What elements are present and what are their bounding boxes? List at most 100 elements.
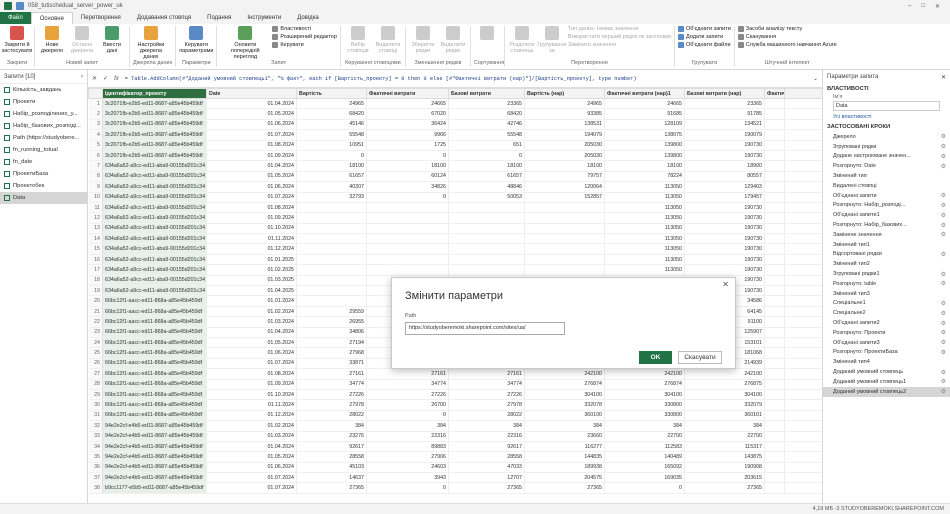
gear-icon[interactable]: ⚙: [941, 369, 946, 376]
table-cell[interactable]: 113050: [604, 212, 685, 224]
applied-step[interactable]: Згруповані рядки1 ⚙: [823, 269, 950, 279]
table-cell[interactable]: 113050: [604, 181, 685, 193]
table-cell[interactable]: 190730: [684, 264, 765, 276]
table-cell[interactable]: 384: [448, 420, 525, 432]
table-cell[interactable]: [764, 399, 785, 411]
table-cell[interactable]: 384: [684, 420, 765, 432]
table-cell[interactable]: 651: [448, 140, 525, 151]
gear-icon[interactable]: ⚙: [941, 153, 946, 160]
table-cell[interactable]: 34774: [296, 379, 367, 390]
table-cell[interactable]: [764, 358, 785, 370]
table-cell[interactable]: [448, 233, 525, 245]
table-cell[interactable]: 91685: [604, 108, 685, 120]
table-cell[interactable]: 27906: [366, 451, 449, 463]
table-cell[interactable]: [296, 212, 367, 224]
data-type-select[interactable]: Тип даних: Немає значення: [568, 26, 671, 32]
tab-5[interactable]: Інструменти: [239, 12, 289, 24]
table-cell[interactable]: 28558: [448, 451, 525, 463]
gear-icon[interactable]: ⚙: [941, 300, 946, 307]
table-cell[interactable]: 67020: [366, 108, 449, 120]
table-cell[interactable]: [448, 202, 525, 214]
table-cell[interactable]: [366, 223, 449, 235]
table-cell[interactable]: 330800: [604, 410, 685, 422]
applied-step[interactable]: Спеціальне2 ⚙: [823, 308, 950, 318]
table-cell[interactable]: [764, 275, 785, 287]
table-cell[interactable]: 634a6a52-a9cc-ed11-aba9-00155d201c34: [102, 181, 207, 193]
table-cell[interactable]: 34774: [448, 379, 525, 390]
save-icon[interactable]: [16, 2, 24, 10]
table-row[interactable]: 32 94e2e2cf-e4b5-ed11-8687-a85e45b459df 01…: [88, 420, 822, 432]
table-cell[interactable]: 34826: [366, 181, 449, 193]
table-cell[interactable]: [764, 327, 785, 339]
table-cell[interactable]: 242100: [604, 368, 685, 380]
applied-step[interactable]: Об'єднані запити1 ⚙: [823, 210, 950, 220]
table-cell[interactable]: 304100: [604, 389, 685, 401]
table-cell[interactable]: 22700: [604, 431, 685, 442]
applied-step[interactable]: Спеціальне1 ⚙: [823, 299, 950, 309]
table-cell[interactable]: 304100: [684, 389, 765, 401]
table-cell[interactable]: [764, 264, 785, 276]
table-cell[interactable]: 01.01.2024: [206, 295, 297, 307]
first-row-headers-button[interactable]: Використати перший рядок як заголовки: [568, 34, 671, 40]
table-cell[interactable]: 0: [366, 150, 449, 162]
tab-6[interactable]: Довідка: [289, 12, 327, 24]
settings-close-icon[interactable]: ✕: [941, 74, 946, 81]
table-cell[interactable]: 40307: [296, 181, 367, 193]
table-cell[interactable]: 45146: [296, 119, 367, 131]
query-item[interactable]: ПроектиБаза: [0, 168, 87, 180]
table-cell[interactable]: 68420: [448, 108, 525, 120]
table-cell[interactable]: 27226: [296, 389, 367, 401]
table-row[interactable]: 15 634a6a52-a9cc-ed11-aba9-00155d201c34 01…: [88, 243, 822, 255]
remove-columns-button[interactable]: Видалити стовпці: [374, 26, 402, 60]
table-row[interactable]: 35 94e2e2cf-e4b5-ed11-8687-a85e45b459df 01…: [88, 451, 822, 463]
table-cell[interactable]: 634a6a52-a9cc-ed11-aba9-00155d201c34: [102, 233, 207, 245]
table-cell[interactable]: 01.02.2024: [206, 420, 297, 432]
table-cell[interactable]: 18100: [524, 160, 605, 172]
table-cell[interactable]: 24965: [524, 98, 605, 110]
table-cell[interactable]: 94e2e2cf-e4b5-ed11-8687-a85e45b459df: [102, 472, 207, 484]
table-cell[interactable]: 66bc12f1-aacc-ed11-868a-a85e45b459df: [102, 399, 207, 411]
table-cell[interactable]: 28558: [296, 451, 367, 463]
applied-step[interactable]: Доданий умовний стовпець2 ⚙: [823, 386, 950, 397]
table-cell[interactable]: 01.07.2024: [206, 358, 297, 370]
table-cell[interactable]: 28022: [448, 410, 525, 422]
table-cell[interactable]: 36424: [366, 119, 449, 131]
table-cell[interactable]: [764, 441, 785, 453]
tab-1[interactable]: Основне: [30, 12, 73, 24]
table-cell[interactable]: 01.03.2024: [206, 316, 297, 328]
table-cell[interactable]: [764, 202, 785, 214]
table-cell[interactable]: 34806: [296, 327, 367, 339]
table-cell[interactable]: 89883: [366, 441, 449, 453]
query-item[interactable]: Набір_розподілених_у...: [0, 108, 87, 120]
table-cell[interactable]: 332079: [684, 399, 765, 411]
table-row[interactable]: 31 66bc12f1-aacc-ed11-868a-a85e45b459df 01…: [88, 410, 822, 422]
applied-step[interactable]: Доданий умовний стовпець1 ⚙: [823, 377, 950, 387]
table-cell[interactable]: 18100: [604, 160, 685, 172]
query-item[interactable]: Проекти: [0, 96, 87, 108]
table-cell[interactable]: 139800: [604, 150, 685, 162]
table-cell[interactable]: 27978: [448, 399, 525, 411]
table-cell[interactable]: [764, 295, 785, 307]
table-cell[interactable]: 634a6a52-a9cc-ed11-aba9-00155d201c34: [102, 275, 207, 287]
gear-icon[interactable]: ⚙: [941, 329, 946, 336]
column-header[interactable]: Базові витрати (нар): [684, 88, 765, 99]
table-cell[interactable]: 22316: [366, 431, 449, 442]
table-cell[interactable]: 92617: [448, 441, 525, 453]
gear-icon[interactable]: ⚙: [941, 133, 946, 140]
table-cell[interactable]: 27161: [366, 368, 449, 380]
table-cell[interactable]: 276874: [524, 379, 605, 390]
table-cell[interactable]: [296, 233, 367, 245]
table-cell[interactable]: [524, 233, 605, 245]
table-cell[interactable]: 190908: [684, 462, 765, 474]
table-cell[interactable]: 205030: [524, 140, 605, 151]
table-cell[interactable]: 27161: [296, 368, 367, 380]
choose-columns-button[interactable]: Вибір стовпців: [344, 26, 372, 60]
table-cell[interactable]: [448, 243, 525, 255]
table-cell[interactable]: [764, 223, 785, 235]
properties-button[interactable]: Властивості: [272, 26, 337, 32]
applied-step[interactable]: Змінений тип1: [823, 240, 950, 250]
table-cell[interactable]: [764, 192, 785, 203]
table-cell[interactable]: 91785: [684, 108, 765, 120]
table-cell[interactable]: [296, 295, 367, 307]
collapse-icon[interactable]: ‹: [81, 74, 83, 80]
